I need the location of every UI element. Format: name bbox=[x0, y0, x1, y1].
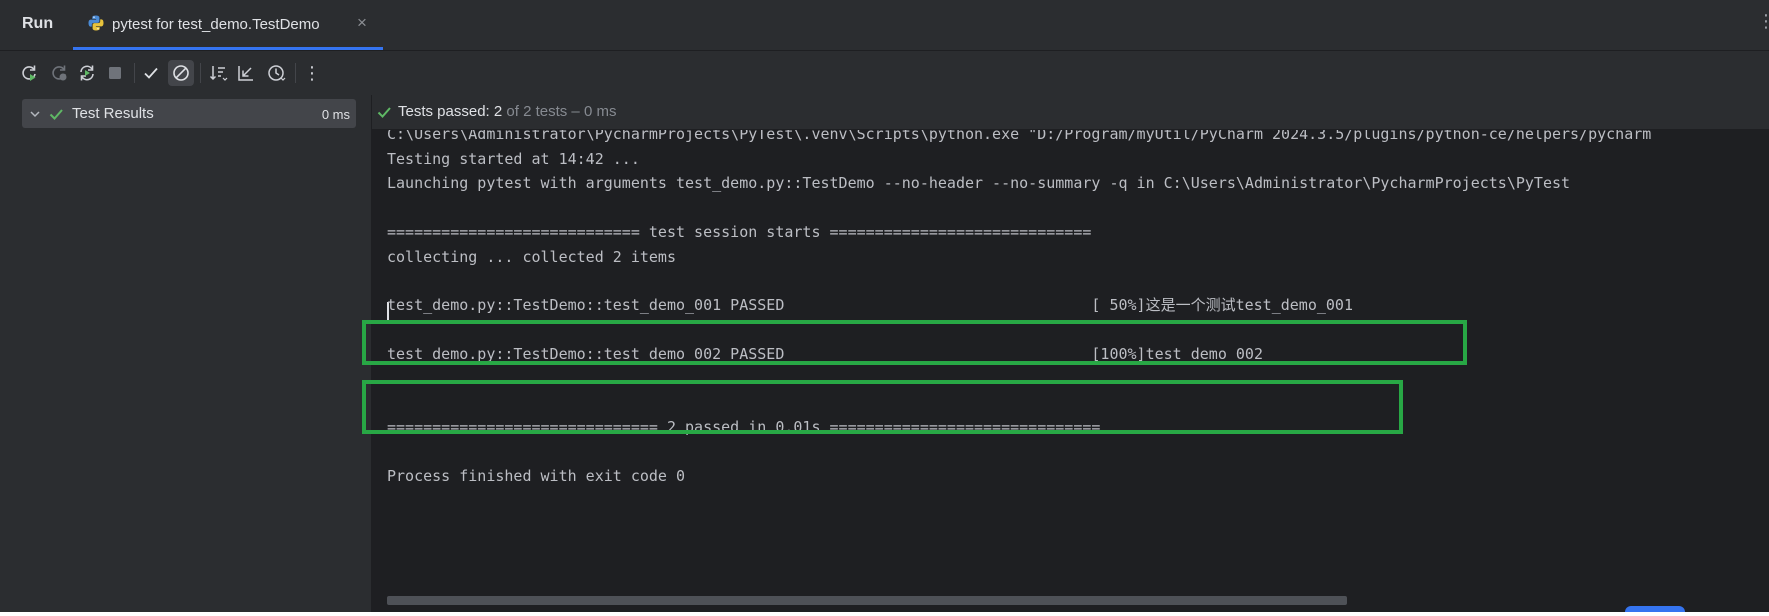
console-output[interactable]: C:\Users\Administrator\PycharmProjects\P… bbox=[372, 130, 1769, 612]
more-options-button[interactable]: ⋮ bbox=[299, 60, 325, 86]
sort-icon bbox=[209, 66, 228, 81]
rerun-failed-icon bbox=[52, 65, 67, 81]
console-line: Launching pytest with arguments test_dem… bbox=[387, 174, 1571, 192]
horizontal-scrollbar[interactable] bbox=[387, 596, 1347, 605]
check-icon bbox=[144, 67, 158, 79]
tab-label: pytest for test_demo.TestDemo bbox=[112, 16, 320, 33]
tests-passed-text: Tests passed: 2 bbox=[398, 103, 503, 120]
python-icon bbox=[87, 14, 105, 32]
ignored-icon bbox=[173, 65, 189, 81]
passed-check-icon bbox=[376, 104, 392, 120]
auto-rerun-icon bbox=[80, 65, 94, 81]
stop-button[interactable] bbox=[102, 60, 128, 86]
show-passed-button[interactable] bbox=[138, 60, 164, 86]
toolbar-separator bbox=[200, 63, 201, 83]
toolbar-separator bbox=[295, 63, 296, 83]
tool-window-stripe bbox=[0, 0, 8, 612]
stop-icon bbox=[109, 67, 121, 79]
passed-check-icon bbox=[48, 106, 64, 122]
import-icon bbox=[238, 66, 253, 81]
history-icon bbox=[268, 65, 286, 81]
show-ignored-button[interactable] bbox=[168, 60, 194, 86]
console-line-test-001: test_demo.py::TestDemo::test_demo_001 PA… bbox=[387, 296, 1353, 314]
highlight-box-test-002 bbox=[362, 380, 1403, 434]
tree-node-test-results[interactable]: Test Results 0 ms bbox=[22, 99, 356, 128]
highlight-box-test-001 bbox=[362, 320, 1467, 365]
active-tab-indicator bbox=[73, 47, 383, 50]
toggle-auto-test-button[interactable] bbox=[74, 60, 100, 86]
test-status-bar: Tests passed: 2 of 2 tests – 0 ms bbox=[372, 95, 1769, 129]
test-results-tree: Test Results 0 ms bbox=[8, 95, 372, 612]
import-tests-button[interactable] bbox=[233, 60, 259, 86]
console-line: C:\Users\Administrator\PycharmProjects\P… bbox=[387, 130, 1652, 143]
notification-badge bbox=[1625, 606, 1685, 612]
tests-total-text: of 2 tests – 0 ms bbox=[502, 103, 617, 120]
more-vertical-icon: ⋮ bbox=[303, 62, 321, 83]
tree-node-label: Test Results bbox=[72, 105, 154, 122]
chevron-down-icon[interactable] bbox=[28, 107, 42, 121]
run-header: Run pytest for test_demo.TestDemo × ⋮ bbox=[0, 0, 1769, 51]
rerun-button[interactable] bbox=[16, 60, 42, 86]
run-tool-window: Run pytest for test_demo.TestDemo × ⋮ ⋮ … bbox=[0, 0, 1769, 612]
toolbar-separator bbox=[134, 63, 135, 83]
run-title: Run bbox=[22, 15, 54, 32]
console-line: ============================ test sessio… bbox=[387, 223, 1092, 241]
rerun-icon bbox=[22, 65, 36, 81]
run-toolbar: ⋮ bbox=[8, 51, 1769, 95]
sort-alphabetically-button[interactable] bbox=[205, 60, 231, 86]
tests-summary: Tests passed: 2 of 2 tests – 0 ms bbox=[398, 103, 616, 120]
console-line: collecting ... collected 2 items bbox=[387, 248, 676, 266]
console-line: Process finished with exit code 0 bbox=[387, 467, 686, 485]
more-vertical-icon[interactable]: ⋮ bbox=[1757, 12, 1769, 30]
tab-pytest-run[interactable]: pytest for test_demo.TestDemo × bbox=[73, 0, 383, 50]
console-line: Testing started at 14:42 ... bbox=[387, 150, 640, 168]
rerun-failed-button[interactable] bbox=[46, 60, 72, 86]
close-icon[interactable]: × bbox=[357, 13, 367, 33]
tree-node-duration: 0 ms bbox=[321, 107, 350, 122]
test-history-button[interactable] bbox=[263, 60, 289, 86]
